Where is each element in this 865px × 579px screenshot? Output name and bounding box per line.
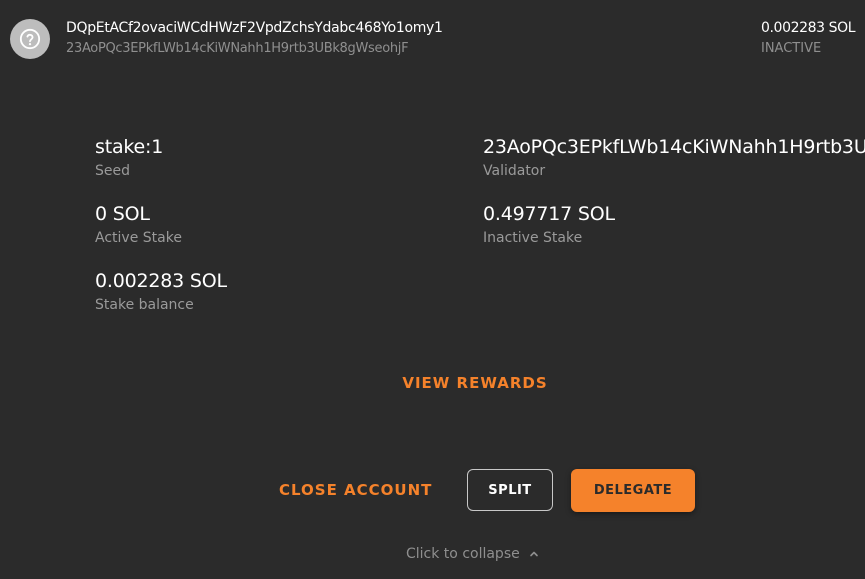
validator-value: 23AoPQc3EPkfLWb14cKiWNahh1H9rtb3UBk8gWse…: [483, 136, 865, 158]
delegate-button[interactable]: DELEGATE: [571, 469, 695, 512]
account-header[interactable]: DQpEtACf2ovaciWCdHWzF2VpdZchsYdabc468Yo1…: [0, 0, 865, 80]
stake-balance-field: 0.002283 SOL Stake balance: [95, 269, 227, 314]
view-rewards-button[interactable]: VIEW REWARDS: [0, 374, 865, 392]
active-stake-value: 0 SOL: [95, 203, 150, 225]
inactive-stake-label: Inactive Stake: [483, 230, 583, 246]
question-circle-icon: [10, 19, 50, 59]
chevron-up-icon: [529, 551, 538, 557]
validator-label: Validator: [483, 163, 546, 179]
collapse-label: Click to collapse: [406, 546, 520, 562]
account-balance: 0.002283 SOL: [761, 20, 856, 36]
stake-account-panel: DQpEtACf2ovaciWCdHWzF2VpdZchsYdabc468Yo1…: [0, 0, 865, 579]
active-stake-field: 0 SOL Active Stake: [95, 202, 182, 247]
stake-balance-label: Stake balance: [95, 297, 194, 313]
seed-field: stake:1 Seed: [95, 135, 163, 180]
validator-field: 23AoPQc3EPkfLWb14cKiWNahh1H9rtb3UBk8gWse…: [483, 135, 865, 180]
inactive-stake-field: 0.497717 SOL Inactive Stake: [483, 202, 615, 247]
account-status: INACTIVE: [761, 41, 822, 56]
collapse-toggle[interactable]: Click to collapse: [406, 546, 539, 562]
split-button[interactable]: SPLIT: [467, 469, 553, 511]
inactive-stake-value: 0.497717 SOL: [483, 203, 615, 225]
account-sub-address: 23AoPQc3EPkfLWb14cKiWNahh1H9rtb3UBk8gWse…: [66, 41, 409, 56]
account-address: DQpEtACf2ovaciWCdHWzF2VpdZchsYdabc468Yo1…: [66, 20, 443, 36]
seed-label: Seed: [95, 163, 130, 179]
seed-value: stake:1: [95, 136, 164, 158]
stake-balance-value: 0.002283 SOL: [95, 270, 227, 292]
active-stake-label: Active Stake: [95, 230, 182, 246]
close-account-button[interactable]: CLOSE ACCOUNT: [279, 481, 432, 499]
